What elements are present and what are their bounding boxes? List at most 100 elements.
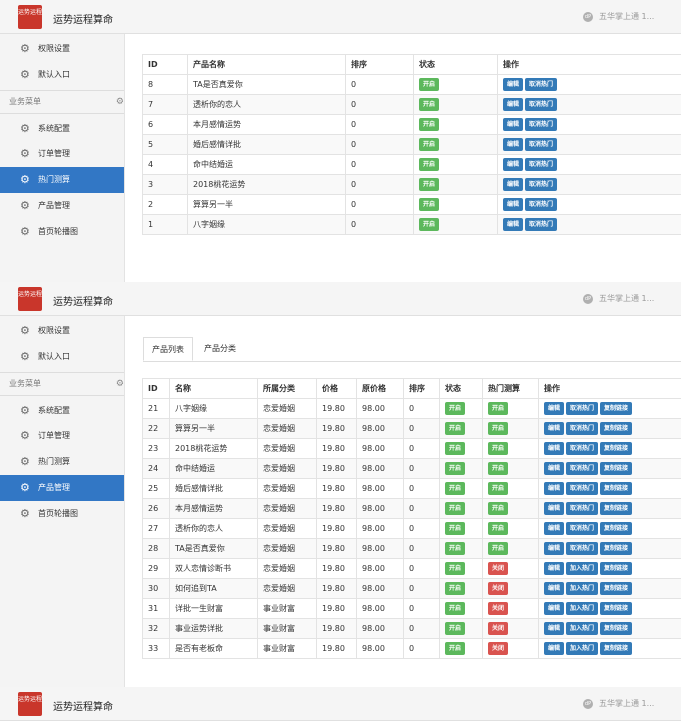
add-hot-button[interactable]: 加入热门 — [566, 562, 599, 575]
status-badge[interactable]: 开启 — [419, 98, 440, 111]
remove-hot-button[interactable]: 取消热门 — [525, 158, 558, 171]
status-badge[interactable]: 开启 — [419, 118, 440, 131]
sidebar-item-system-config[interactable]: ⚙ 系统配置 — [0, 398, 124, 424]
remove-hot-button[interactable]: 取消热门 — [525, 198, 558, 211]
user-menu[interactable]: dP 五华掌上通 1... — [583, 11, 654, 22]
sidebar-item-system-config[interactable]: ⚙ 系统配置 — [0, 116, 124, 142]
copy-link-button[interactable]: 复制链接 — [600, 562, 633, 575]
status-badge[interactable]: 开启 — [419, 158, 440, 171]
edit-button[interactable]: 编辑 — [544, 422, 565, 435]
sidebar-item-orders[interactable]: ⚙ 订单管理 — [0, 141, 124, 167]
status-badge[interactable]: 开启 — [419, 138, 440, 151]
add-hot-button[interactable]: 加入热门 — [566, 602, 599, 615]
copy-link-button[interactable]: 复制链接 — [600, 542, 633, 555]
remove-hot-button[interactable]: 取消热门 — [525, 178, 558, 191]
edit-button[interactable]: 编辑 — [503, 178, 524, 191]
remove-hot-button[interactable]: 取消热门 — [525, 98, 558, 111]
edit-button[interactable]: 编辑 — [544, 402, 565, 415]
gear-icon[interactable]: ⚙ — [116, 91, 124, 113]
status-badge[interactable]: 开启 — [419, 178, 440, 191]
sidebar-item-permissions[interactable]: ⚙ 权限设置 — [0, 318, 124, 344]
hot-status-badge[interactable]: 开启 — [488, 402, 509, 415]
copy-link-button[interactable]: 复制链接 — [600, 502, 633, 515]
copy-link-button[interactable]: 复制链接 — [600, 482, 633, 495]
copy-link-button[interactable]: 复制链接 — [600, 642, 633, 655]
sidebar-item-hot[interactable]: ⚙ 热门测算 — [0, 167, 124, 193]
edit-button[interactable]: 编辑 — [544, 462, 565, 475]
status-badge[interactable]: 开启 — [445, 482, 466, 495]
copy-link-button[interactable]: 复制链接 — [600, 622, 633, 635]
edit-button[interactable]: 编辑 — [544, 602, 565, 615]
edit-button[interactable]: 编辑 — [544, 622, 565, 635]
sidebar-item-carousel[interactable]: ⚙ 首页轮播图 — [0, 501, 124, 527]
sidebar-item-carousel[interactable]: ⚙ 首页轮播图 — [0, 219, 124, 245]
copy-link-button[interactable]: 复制链接 — [600, 602, 633, 615]
status-badge[interactable]: 开启 — [445, 462, 466, 475]
edit-button[interactable]: 编辑 — [503, 78, 524, 91]
remove-hot-button[interactable]: 取消热门 — [566, 542, 599, 555]
edit-button[interactable]: 编辑 — [503, 158, 524, 171]
edit-button[interactable]: 编辑 — [544, 502, 565, 515]
status-badge[interactable]: 开启 — [445, 622, 466, 635]
add-hot-button[interactable]: 加入热门 — [566, 642, 599, 655]
user-menu[interactable]: dP 五华掌上通 1... — [583, 293, 654, 304]
status-badge[interactable]: 开启 — [445, 402, 466, 415]
remove-hot-button[interactable]: 取消热门 — [566, 442, 599, 455]
status-badge[interactable]: 开启 — [445, 442, 466, 455]
edit-button[interactable]: 编辑 — [544, 542, 565, 555]
status-badge[interactable]: 开启 — [445, 422, 466, 435]
edit-button[interactable]: 编辑 — [544, 562, 565, 575]
sidebar-item-default-entry[interactable]: ⚙ 默认入口 — [0, 62, 124, 88]
edit-button[interactable]: 编辑 — [544, 522, 565, 535]
add-hot-button[interactable]: 加入热门 — [566, 582, 599, 595]
remove-hot-button[interactable]: 取消热门 — [525, 218, 558, 231]
status-badge[interactable]: 开启 — [419, 198, 440, 211]
edit-button[interactable]: 编辑 — [503, 98, 524, 111]
remove-hot-button[interactable]: 取消热门 — [566, 402, 599, 415]
status-badge[interactable]: 开启 — [445, 522, 466, 535]
remove-hot-button[interactable]: 取消热门 — [566, 502, 599, 515]
status-badge[interactable]: 开启 — [419, 218, 440, 231]
remove-hot-button[interactable]: 取消热门 — [525, 138, 558, 151]
user-menu[interactable]: dP 五华掌上通 1... — [583, 698, 654, 709]
copy-link-button[interactable]: 复制链接 — [600, 522, 633, 535]
gear-icon[interactable]: ⚙ — [116, 373, 124, 395]
hot-status-badge[interactable]: 关闭 — [488, 562, 509, 575]
sidebar-item-hot[interactable]: ⚙ 热门测算 — [0, 449, 124, 475]
status-badge[interactable]: 开启 — [445, 562, 466, 575]
remove-hot-button[interactable]: 取消热门 — [525, 78, 558, 91]
status-badge[interactable]: 开启 — [445, 582, 466, 595]
hot-status-badge[interactable]: 开启 — [488, 442, 509, 455]
copy-link-button[interactable]: 复制链接 — [600, 582, 633, 595]
sidebar-item-products[interactable]: ⚙ 产品管理 — [0, 193, 124, 219]
sidebar-item-orders[interactable]: ⚙ 订单管理 — [0, 423, 124, 449]
hot-status-badge[interactable]: 开启 — [488, 502, 509, 515]
edit-button[interactable]: 编辑 — [503, 198, 524, 211]
remove-hot-button[interactable]: 取消热门 — [566, 422, 599, 435]
hot-status-badge[interactable]: 关闭 — [488, 642, 509, 655]
hot-status-badge[interactable]: 关闭 — [488, 622, 509, 635]
edit-button[interactable]: 编辑 — [544, 482, 565, 495]
edit-button[interactable]: 编辑 — [544, 442, 565, 455]
hot-status-badge[interactable]: 开启 — [488, 462, 509, 475]
sidebar-item-permissions[interactable]: ⚙ 权限设置 — [0, 36, 124, 62]
remove-hot-button[interactable]: 取消热门 — [525, 118, 558, 131]
remove-hot-button[interactable]: 取消热门 — [566, 482, 599, 495]
sidebar-item-default-entry[interactable]: ⚙ 默认入口 — [0, 344, 124, 370]
edit-button[interactable]: 编辑 — [503, 138, 524, 151]
sidebar-item-products[interactable]: ⚙ 产品管理 — [0, 475, 124, 501]
hot-status-badge[interactable]: 关闭 — [488, 602, 509, 615]
status-badge[interactable]: 开启 — [445, 642, 466, 655]
copy-link-button[interactable]: 复制链接 — [600, 402, 633, 415]
copy-link-button[interactable]: 复制链接 — [600, 422, 633, 435]
edit-button[interactable]: 编辑 — [544, 642, 565, 655]
hot-status-badge[interactable]: 开启 — [488, 482, 509, 495]
status-badge[interactable]: 开启 — [445, 542, 466, 555]
remove-hot-button[interactable]: 取消热门 — [566, 462, 599, 475]
hot-status-badge[interactable]: 开启 — [488, 422, 509, 435]
status-badge[interactable]: 开启 — [445, 602, 466, 615]
status-badge[interactable]: 开启 — [445, 502, 466, 515]
status-badge[interactable]: 开启 — [419, 78, 440, 91]
edit-button[interactable]: 编辑 — [503, 118, 524, 131]
edit-button[interactable]: 编辑 — [503, 218, 524, 231]
